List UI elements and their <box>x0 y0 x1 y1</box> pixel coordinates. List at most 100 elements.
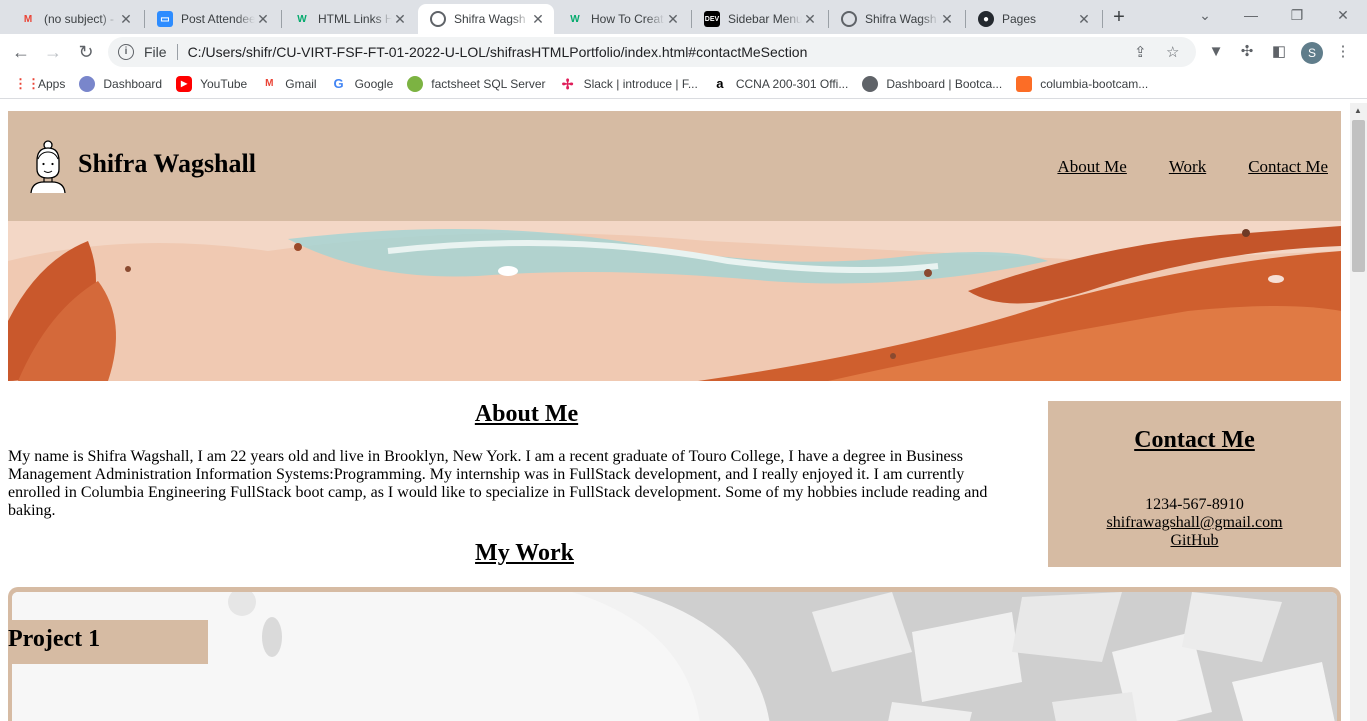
scroll-up-arrow-icon[interactable]: ▲ <box>1354 106 1362 115</box>
omnibox-divider <box>176 44 178 60</box>
gitlab-icon <box>1016 76 1033 92</box>
close-tab-icon[interactable]: ✕ <box>118 11 134 28</box>
close-tab-icon[interactable]: ✕ <box>939 11 955 28</box>
menu-kebab-icon[interactable]: ⋮ <box>1333 42 1353 62</box>
bookmark-label: Dashboard | Bootca... <box>886 77 1003 91</box>
contact-github-link[interactable]: GitHub <box>1171 532 1219 549</box>
nav-link-contact-me[interactable]: Contact Me <box>1248 157 1328 177</box>
w3schools-icon: W <box>297 13 307 25</box>
close-tab-icon[interactable]: ✕ <box>802 11 818 28</box>
contact-me-heading: Contact Me <box>1134 427 1255 453</box>
close-tab-icon[interactable]: ✕ <box>530 11 546 28</box>
tab-github-pages[interactable]: ● Pages ✕ <box>966 4 1100 34</box>
bookmark-google[interactable]: G Google <box>331 76 394 92</box>
close-tab-icon[interactable]: ✕ <box>665 11 681 28</box>
tab-strip: M (no subject) - ✕ ▭ Post Attendee ✕ W H… <box>0 0 1367 34</box>
bookmark-factsheet[interactable]: factsheet SQL Server <box>407 76 546 92</box>
scrollbar-thumb[interactable] <box>1352 120 1365 272</box>
bookmark-label: Google <box>354 77 394 91</box>
site-header: Shifra Wagshall About Me Work Contact Me <box>8 111 1341 221</box>
gmail-icon: M <box>23 13 33 25</box>
back-arrow-icon[interactable]: ← <box>9 40 33 64</box>
bookmark-ccna[interactable]: a CCNA 200-301 Offi... <box>712 76 848 92</box>
tab-gmail[interactable]: M (no subject) - ✕ <box>8 4 142 34</box>
address-bar[interactable]: i File C:/Users/shifr/CU-VIRT-FSF-FT-01-… <box>108 37 1196 67</box>
globe-icon <box>862 76 879 92</box>
contact-phone: 1234-567-8910 <box>1145 496 1244 513</box>
bookmark-bootcamp-dashboard[interactable]: Dashboard | Bootca... <box>862 76 1002 92</box>
bookmark-slack[interactable]: ✢ Slack | introduce | F... <box>560 76 698 92</box>
tab-title: HTML Links H <box>318 12 392 26</box>
bookmark-gmail[interactable]: M Gmail <box>261 76 317 92</box>
github-icon: ● <box>978 11 994 27</box>
url-text[interactable]: C:/Users/shifr/CU-VIRT-FSF-FT-01-2022-U-… <box>188 44 808 60</box>
tab-title: Shifra Wagsh <box>865 12 937 26</box>
tab-portfolio-active[interactable]: Shifra Wagsh ✕ <box>418 4 554 34</box>
bookmark-gitlab[interactable]: columbia-bootcam... <box>1016 76 1148 92</box>
tab-title: (no subject) - <box>44 12 115 26</box>
close-tab-icon[interactable]: ✕ <box>255 11 271 28</box>
hero-banner-image <box>8 221 1341 381</box>
profile-avatar[interactable]: S <box>1301 42 1323 64</box>
close-tab-icon[interactable]: ✕ <box>1076 11 1092 28</box>
tab-title: How To Creat <box>591 12 664 26</box>
share-icon[interactable]: ⇪ <box>1134 43 1147 61</box>
about-me-text: My name is Shifra Wagshall, I am 22 year… <box>8 448 988 519</box>
google-icon: G <box>333 76 344 91</box>
bookmark-youtube[interactable]: ▶ YouTube <box>176 76 247 92</box>
main-nav: About Me Work Contact Me <box>1015 157 1328 177</box>
vivaldi-extension-icon[interactable]: ▼ <box>1206 42 1226 62</box>
site-info-icon[interactable]: i <box>118 44 134 60</box>
tab-portfolio-2[interactable]: Shifra Wagsh ✕ <box>829 4 963 34</box>
tab-zoom[interactable]: ▭ Post Attendee ✕ <box>145 4 279 34</box>
bookmark-label: Dashboard <box>103 77 163 91</box>
leaf-icon <box>407 76 424 92</box>
bookmark-label: columbia-bootcam... <box>1040 77 1149 91</box>
bookmark-apps[interactable]: ⋮⋮ Apps <box>14 76 65 92</box>
w3schools-icon: W <box>570 13 580 25</box>
bookmark-dashboard[interactable]: Dashboard <box>79 76 162 92</box>
apps-grid-icon: ⋮⋮ <box>14 76 40 91</box>
forward-arrow-icon[interactable]: → <box>41 40 65 64</box>
contact-me-section: Contact Me 1234-567-8910 shifrawagshall@… <box>1048 401 1341 567</box>
scheme-label: File <box>144 44 167 60</box>
tab-separator <box>1102 10 1103 28</box>
avatar-illustration <box>30 140 66 193</box>
about-me-heading: About Me <box>474 401 579 427</box>
side-panel-icon[interactable]: ◧ <box>1269 42 1289 62</box>
bookmarks-bar: ⋮⋮ Apps Dashboard ▶ YouTube M Gmail G Go… <box>0 70 1367 98</box>
project-1-label: Project 1 <box>8 620 208 664</box>
tab-dev[interactable]: DEV Sidebar Menu ✕ <box>692 4 826 34</box>
project-image <box>12 592 1337 721</box>
reload-icon[interactable]: ↻ <box>74 40 98 64</box>
site-title: Shifra Wagshall <box>78 149 256 178</box>
dashboard-icon <box>79 76 96 92</box>
close-tab-icon[interactable]: ✕ <box>392 11 408 28</box>
minimize-icon[interactable]: — <box>1236 4 1266 26</box>
page-scrollbar[interactable]: ▲ <box>1350 103 1367 721</box>
dev-icon: DEV <box>704 11 720 27</box>
bookmark-star-icon[interactable]: ☆ <box>1166 43 1179 61</box>
zoom-icon: ▭ <box>157 11 173 27</box>
restore-icon[interactable]: ❐ <box>1282 4 1312 26</box>
bookmark-label: Apps <box>38 77 66 91</box>
tab-w3schools-howto[interactable]: W How To Creat ✕ <box>555 4 689 34</box>
slack-icon: ✢ <box>561 76 574 92</box>
bookmark-label: Slack | introduce | F... <box>583 77 698 91</box>
nav-link-work[interactable]: Work <box>1169 157 1206 177</box>
bookmark-label: YouTube <box>200 77 248 91</box>
extensions-puzzle-icon[interactable]: ✣ <box>1237 42 1257 62</box>
nav-link-about-me[interactable]: About Me <box>1057 157 1126 177</box>
tab-w3schools-links[interactable]: W HTML Links H ✕ <box>282 4 416 34</box>
globe-icon <box>430 11 446 27</box>
contact-email-link[interactable]: shifrawagshall@gmail.com <box>1106 514 1282 531</box>
bookmark-label: Gmail <box>285 77 317 91</box>
close-window-icon[interactable]: ✕ <box>1328 4 1358 26</box>
tab-title: Pages <box>1002 12 1037 26</box>
tab-search-icon[interactable]: ⌄ <box>1190 4 1220 26</box>
new-tab-button[interactable]: + <box>1108 6 1130 28</box>
project-card[interactable]: Project 1 <box>8 587 1341 721</box>
browser-toolbar: ← → ↻ i File C:/Users/shifr/CU-VIRT-FSF-… <box>0 34 1367 70</box>
tab-title: Sidebar Menu <box>728 12 802 26</box>
toolbar-divider <box>0 98 1367 99</box>
